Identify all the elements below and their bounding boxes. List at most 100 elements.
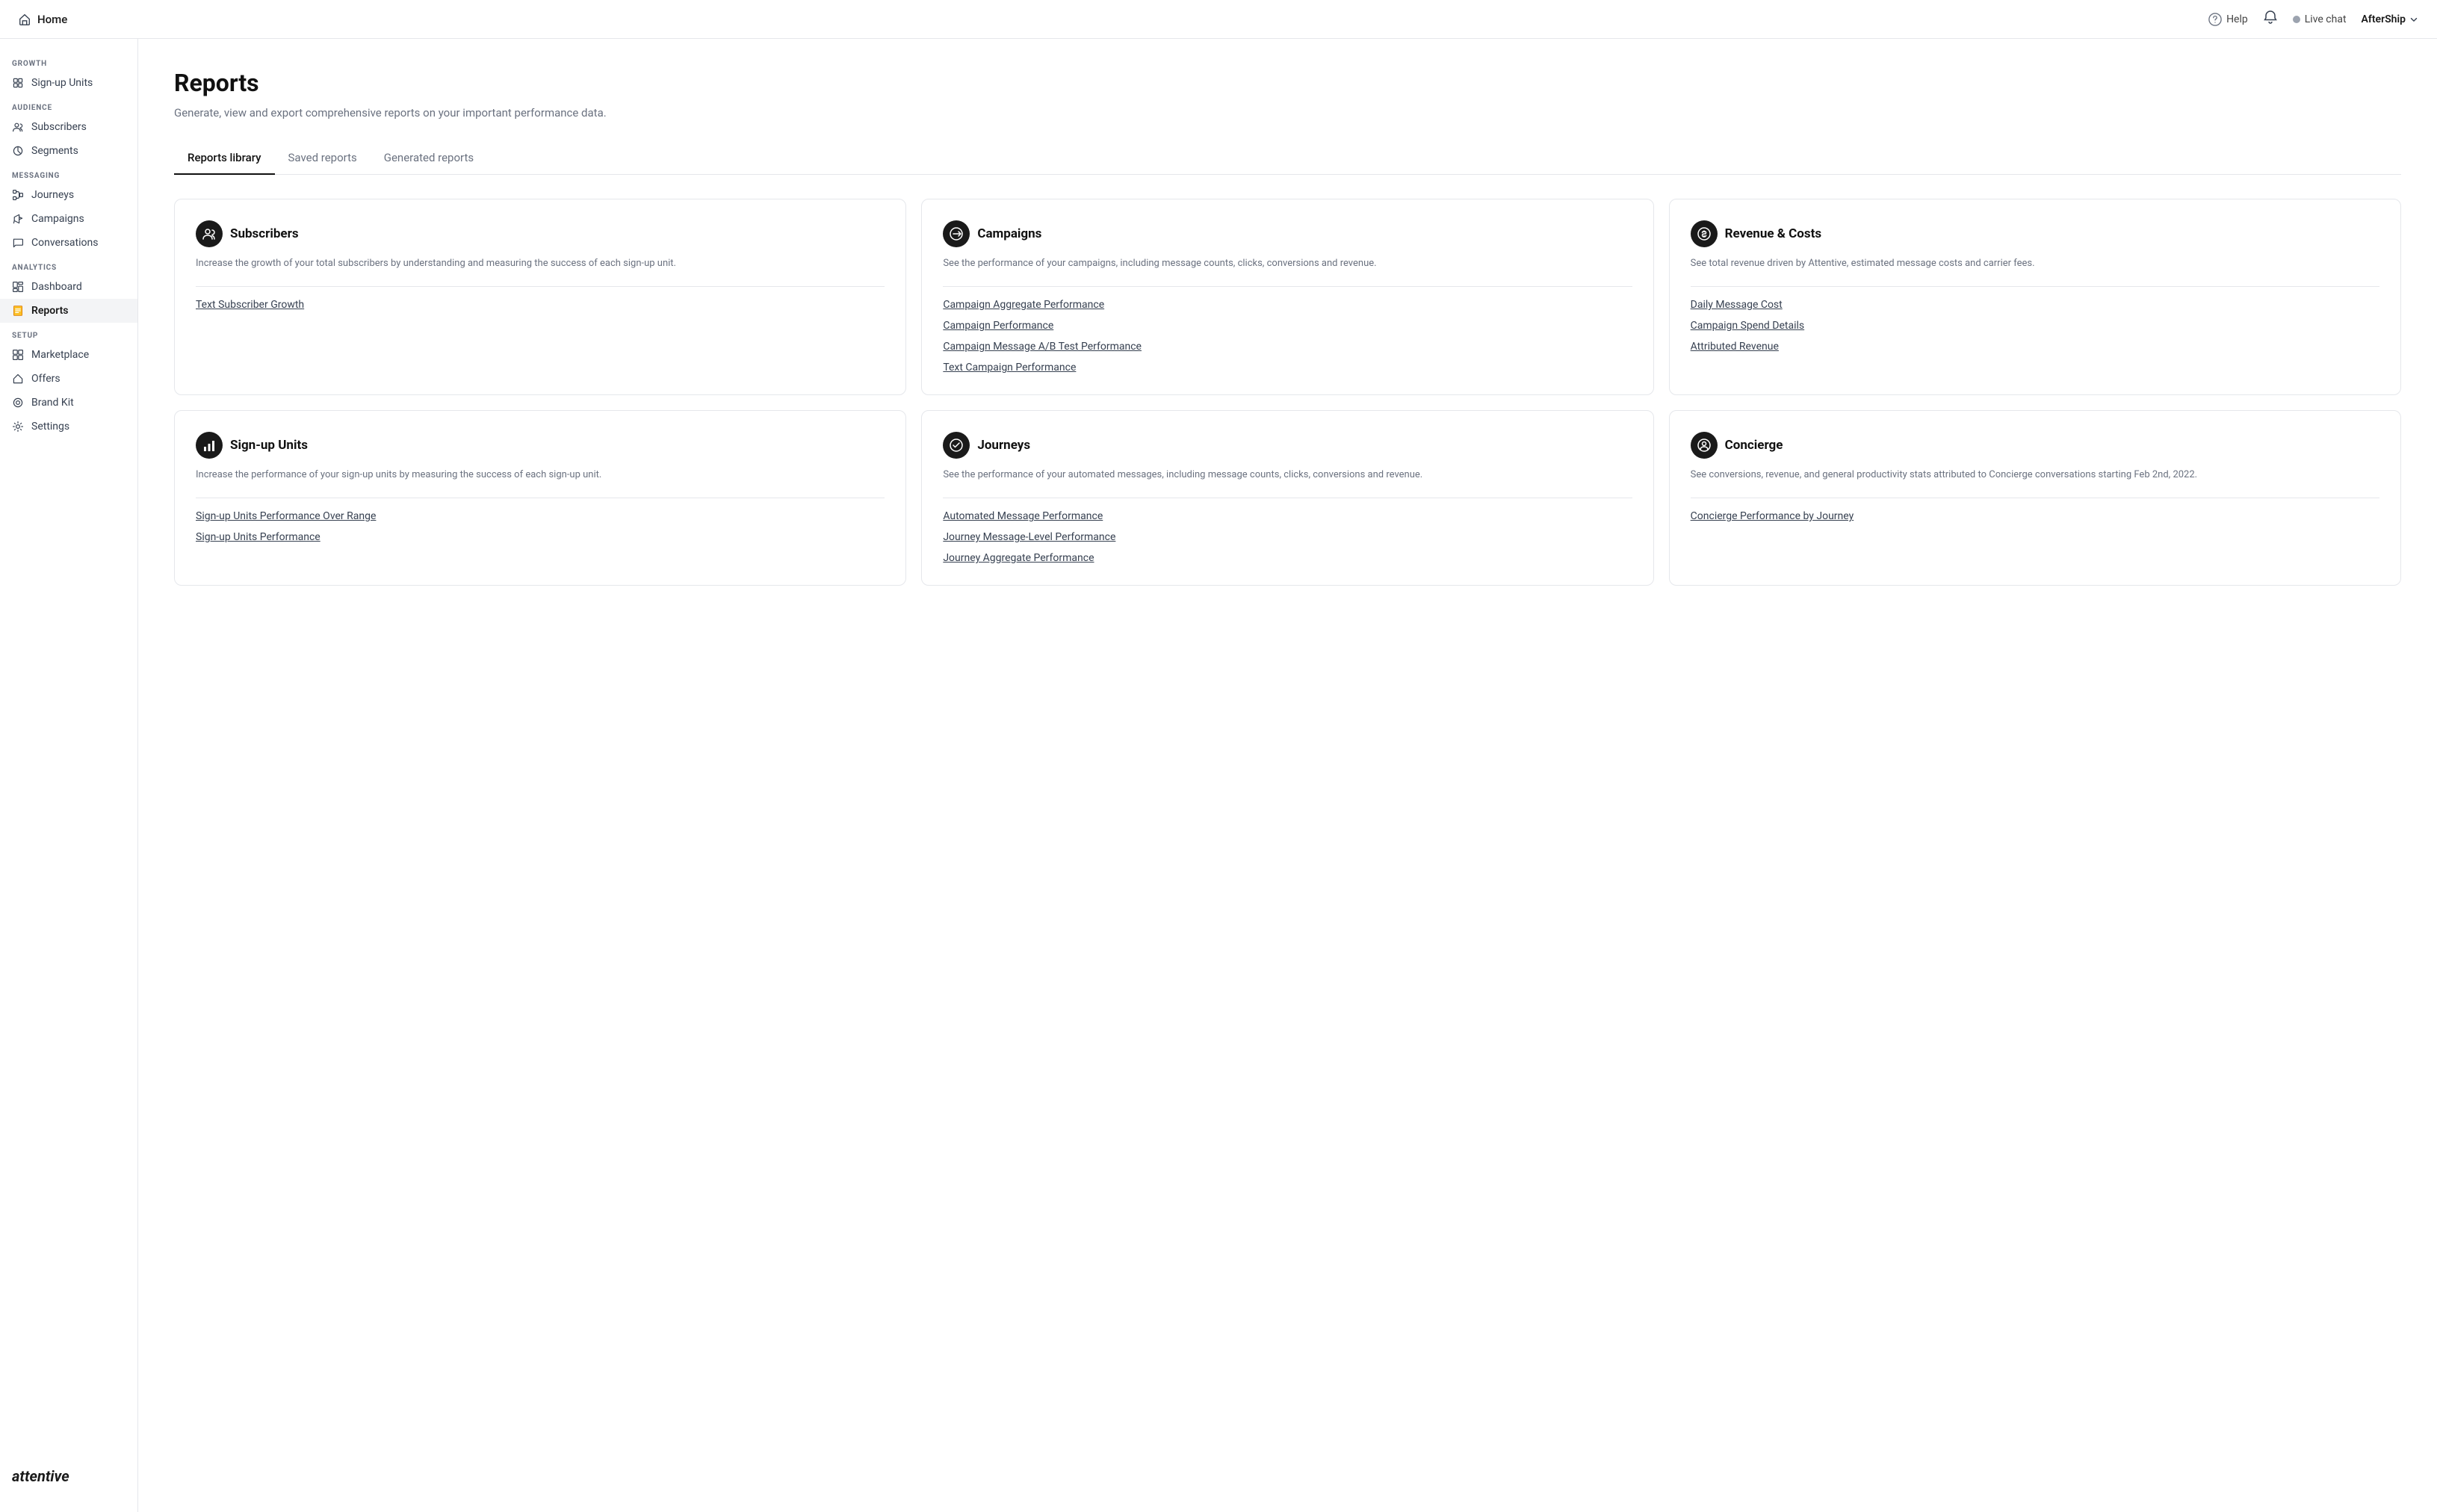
card-subscribers: Subscribers Increase the growth of your … [174,199,906,395]
campaigns-card-links: Campaign Aggregate Performance Campaign … [943,299,1632,374]
link-campaign-aggregate[interactable]: Campaign Aggregate Performance [943,299,1632,311]
tab-saved-reports[interactable]: Saved reports [275,143,371,175]
aftership-label: AfterShip [2362,13,2406,25]
sidebar-logo: attentive [0,1452,137,1500]
link-text-campaign-performance[interactable]: Text Campaign Performance [943,362,1632,374]
campaigns-icon-inner [949,226,964,241]
signup-units-icon [12,77,24,89]
sidebar-item-journeys[interactable]: Journeys [0,183,137,207]
help-label: Help [2226,13,2248,25]
signup-units-card-icon [196,432,223,459]
sidebar-item-settings[interactable]: Settings [0,415,137,439]
card-revenue-costs: Revenue & Costs See total revenue driven… [1669,199,2401,395]
sidebar-item-brand-kit[interactable]: Brand Kit [0,391,137,415]
link-signup-units-performance-over-range[interactable]: Sign-up Units Performance Over Range [196,510,885,522]
logo-text: attentive [12,1467,69,1485]
tabs-bar: Reports library Saved reports Generated … [174,143,2401,175]
help-icon [2208,13,2222,26]
offers-icon [12,373,24,385]
link-concierge-performance-by-journey[interactable]: Concierge Performance by Journey [1691,510,2379,522]
sidebar-item-campaigns[interactable]: Campaigns [0,207,137,231]
link-signup-units-performance[interactable]: Sign-up Units Performance [196,531,885,543]
link-daily-message-cost[interactable]: Daily Message Cost [1691,299,2379,311]
revenue-card-divider [1691,286,2379,287]
campaigns-card-divider [943,286,1632,287]
link-automated-message-performance[interactable]: Automated Message Performance [943,510,1632,522]
revenue-icon-inner [1697,226,1712,241]
concierge-card-icon [1691,432,1718,459]
messaging-section-label: MESSAGING [0,163,137,183]
settings-icon [12,421,24,433]
sidebar: GROWTH Sign-up Units AUDIENCE Subscriber… [0,39,138,1512]
app-layout: GROWTH Sign-up Units AUDIENCE Subscriber… [0,39,2437,1512]
link-campaign-ab-test[interactable]: Campaign Message A/B Test Performance [943,341,1632,353]
sidebar-item-conversations[interactable]: Conversations [0,231,137,255]
sidebar-item-signup-units[interactable]: Sign-up Units [0,71,137,95]
sidebar-item-subscribers[interactable]: Subscribers [0,115,137,139]
campaigns-card-icon [943,220,970,247]
home-nav-item[interactable]: Home [18,13,67,26]
segments-icon [12,145,24,157]
link-campaign-performance[interactable]: Campaign Performance [943,320,1632,332]
livechat-label: Live chat [2305,13,2347,25]
reports-grid: Subscribers Increase the growth of your … [174,199,2401,586]
sidebar-item-reports[interactable]: Reports [0,299,137,323]
chevron-down-icon [2409,14,2419,25]
signup-units-card-title: Sign-up Units [230,438,308,453]
tab-reports-library[interactable]: Reports library [174,143,275,175]
dashboard-icon [12,281,24,293]
live-status-dot [2293,16,2300,23]
sidebar-item-segments[interactable]: Segments [0,139,137,163]
marketplace-icon [12,349,24,361]
revenue-card-links: Daily Message Cost Campaign Spend Detail… [1691,299,2379,353]
sidebar-item-dashboard-label: Dashboard [31,281,82,293]
concierge-card-title: Concierge [1725,438,1783,453]
sidebar-item-segments-label: Segments [31,145,78,157]
signup-units-icon-inner [202,438,217,453]
aftership-menu[interactable]: AfterShip [2362,13,2419,25]
sidebar-item-dashboard[interactable]: Dashboard [0,275,137,299]
card-concierge: Concierge See conversions, revenue, and … [1669,410,2401,586]
card-signup-units: Sign-up Units Increase the performance o… [174,410,906,586]
top-nav: Home Help Live chat AfterShip [0,0,2437,39]
sidebar-item-journeys-label: Journeys [31,189,74,201]
main-content: Reports Generate, view and export compre… [138,39,2437,1512]
link-journey-message-level[interactable]: Journey Message-Level Performance [943,531,1632,543]
growth-section-label: GROWTH [0,51,137,71]
sidebar-nav: GROWTH Sign-up Units AUDIENCE Subscriber… [0,51,137,1452]
subscribers-card-title: Subscribers [230,226,299,241]
link-text-subscriber-growth[interactable]: Text Subscriber Growth [196,299,885,311]
card-subscribers-header: Subscribers [196,220,885,247]
subscribers-icon-inner [202,226,217,241]
sidebar-item-offers-label: Offers [31,373,61,385]
sidebar-item-offers[interactable]: Offers [0,367,137,391]
tab-generated-reports[interactable]: Generated reports [371,143,487,175]
campaigns-card-title: Campaigns [977,226,1041,241]
card-journeys: Journeys See the performance of your aut… [921,410,1653,586]
link-attributed-revenue[interactable]: Attributed Revenue [1691,341,2379,353]
home-label: Home [37,13,67,26]
sidebar-item-reports-label: Reports [31,305,69,317]
journeys-card-title: Journeys [977,438,1030,453]
brand-kit-icon [12,397,24,409]
card-campaigns: Campaigns See the performance of your ca… [921,199,1653,395]
card-revenue-header: Revenue & Costs [1691,220,2379,247]
notification-bell[interactable] [2263,10,2278,28]
campaigns-card-desc: See the performance of your campaigns, i… [943,256,1632,271]
setup-section-label: SETUP [0,323,137,343]
revenue-card-title: Revenue & Costs [1725,226,1821,241]
journeys-card-desc: See the performance of your automated me… [943,468,1632,483]
subscribers-card-desc: Increase the growth of your total subscr… [196,256,885,271]
home-icon [18,13,31,26]
journeys-card-links: Automated Message Performance Journey Me… [943,510,1632,564]
analytics-section-label: ANALYTICS [0,255,137,275]
page-subtitle: Generate, view and export comprehensive … [174,106,2401,120]
revenue-card-icon [1691,220,1718,247]
sidebar-item-marketplace[interactable]: Marketplace [0,343,137,367]
link-campaign-spend-details[interactable]: Campaign Spend Details [1691,320,2379,332]
page-title: Reports [174,69,2401,97]
link-journey-aggregate[interactable]: Journey Aggregate Performance [943,552,1632,564]
help-button[interactable]: Help [2208,13,2248,26]
live-chat-status: Live chat [2293,13,2347,25]
concierge-card-links: Concierge Performance by Journey [1691,510,2379,522]
